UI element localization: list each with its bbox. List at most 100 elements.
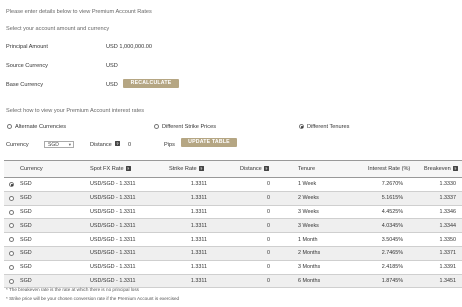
row-tenure: 3 Weeks (298, 208, 319, 215)
header-breakeven: Breakeven? (424, 166, 458, 172)
header-tenure: Tenure (298, 166, 316, 172)
row-interest-rate: 7.2670% (381, 181, 403, 188)
base-currency-value: USD (106, 82, 118, 88)
rates-table: Currency Spot FX Rate? Strike Rate? Dist… (4, 160, 462, 289)
currency-select-value: SGD (48, 142, 59, 148)
header-distance: Distance? (240, 166, 269, 172)
row-select-radio[interactable] (9, 209, 14, 215)
row-breakeven: 1.3371 (439, 250, 457, 257)
row-interest-rate: 4.4525% (381, 208, 403, 215)
row-distance: 0 (267, 236, 270, 243)
row-spot-fx-rate: USD/SGD - 1.3311 (90, 277, 136, 284)
row-breakeven: 1.3337 (439, 195, 457, 202)
row-strike-rate: 1.3311 (190, 195, 207, 202)
table-row[interactable]: SGD USD/SGD - 1.3311 1.3311 0 2 Weeks 5.1615%… (4, 191, 462, 206)
row-select-radio[interactable] (9, 182, 14, 187)
source-currency-label: Source Currency (6, 63, 48, 69)
header-spot-fx-rate: Spot FX Rate? (90, 166, 131, 172)
row-spot-fx-rate: USD/SGD - 1.3311 (90, 236, 136, 243)
row-currency: SGD (20, 264, 32, 271)
row-distance: 0 (267, 195, 270, 202)
row-breakeven: 1.3350 (439, 236, 457, 243)
radio-different-strike-prices[interactable] (154, 124, 159, 129)
distance-label: Distance (90, 142, 112, 148)
row-strike-rate: 1.3311 (190, 208, 207, 215)
row-breakeven: 1.3330 (439, 181, 457, 188)
row-strike-rate: 1.3311 (190, 222, 207, 229)
row-distance: 0 (267, 208, 270, 215)
principal-value: USD 1,000,000.00 (106, 44, 153, 50)
row-tenure: 3 Months (298, 264, 321, 271)
row-distance: 0 (267, 264, 270, 271)
header-currency: Currency (20, 166, 43, 172)
row-strike-rate: 1.3311 (190, 181, 207, 188)
currency-label: Currency (6, 142, 29, 148)
table-row[interactable]: SGD USD/SGD - 1.3311 1.3311 0 3 Weeks 4.4525%… (4, 206, 462, 220)
row-select-radio[interactable] (9, 264, 14, 270)
different-strike-prices-label: Different Strike Prices (162, 124, 216, 130)
row-currency: SGD (20, 250, 32, 257)
table-header: Currency Spot FX Rate? Strike Rate? Dist… (4, 160, 462, 178)
row-spot-fx-rate: USD/SGD - 1.3311 (90, 208, 136, 215)
row-interest-rate: 1.8745% (381, 277, 403, 284)
pips-label: Pips (164, 142, 175, 148)
help-icon[interactable]: ? (125, 166, 131, 172)
row-strike-rate: 1.3311 (190, 264, 207, 271)
row-strike-rate: 1.3311 (190, 277, 207, 284)
footnote-breakeven: * The breakeven rate is the rate at whic… (6, 287, 139, 292)
row-interest-rate: 3.5045% (381, 236, 403, 243)
row-breakeven: 1.3391 (439, 264, 457, 271)
section-subheading: Select your account amount and currency (6, 26, 110, 32)
table-row[interactable]: SGD USD/SGD - 1.3311 1.3311 0 3 Months 2.4185… (4, 261, 462, 275)
row-currency: SGD (20, 208, 32, 215)
footnote-strike: * Strike price will be your chosen conve… (6, 296, 180, 301)
row-distance: 0 (267, 250, 270, 257)
row-tenure: 1 Week (298, 181, 317, 188)
row-select-radio[interactable] (9, 237, 14, 243)
radio-alternate-currencies[interactable] (7, 124, 12, 129)
distance-input[interactable]: 0 (128, 142, 131, 148)
row-interest-rate: 5.1615% (381, 195, 403, 202)
row-spot-fx-rate: USD/SGD - 1.3311 (90, 250, 136, 257)
header-strike-rate: Strike Rate? (169, 166, 204, 172)
row-interest-rate: 4.0345% (381, 222, 403, 229)
row-distance: 0 (267, 277, 270, 284)
table-row[interactable]: SGD USD/SGD - 1.3311 1.3311 0 3 Weeks 4.0345%… (4, 219, 462, 234)
chevron-down-icon: ▾ (68, 142, 71, 147)
row-select-radio[interactable] (9, 195, 14, 201)
base-currency-label: Base Currency (6, 82, 43, 88)
different-tenures-label: Different Tenures (307, 124, 350, 130)
update-table-button[interactable]: UPDATE TABLE (181, 138, 237, 147)
row-breakeven: 1.3451 (439, 277, 457, 284)
header-interest-rate: Interest Rate (%) (368, 166, 411, 172)
help-icon[interactable]: ? (198, 166, 204, 172)
row-spot-fx-rate: USD/SGD - 1.3311 (90, 264, 136, 271)
view-heading: Select how to view your Premium Account … (6, 108, 145, 114)
help-icon[interactable]: ? (452, 166, 458, 172)
recalculate-button[interactable]: RECALCULATE (123, 79, 179, 88)
principal-label: Principal Amount (6, 44, 48, 50)
radio-different-tenures[interactable] (299, 124, 304, 129)
row-spot-fx-rate: USD/SGD - 1.3311 (90, 181, 136, 188)
row-strike-rate: 1.3311 (190, 236, 207, 243)
currency-select[interactable]: SGD ▾ (44, 141, 74, 148)
table-row[interactable]: SGD USD/SGD - 1.3311 1.3311 0 2 Months 2.7465… (4, 246, 462, 261)
row-tenure: 2 Months (298, 250, 321, 257)
row-currency: SGD (20, 277, 32, 284)
table-row[interactable]: SGD USD/SGD - 1.3311 1.3311 0 1 Week 7.2670% 1… (4, 178, 462, 192)
row-currency: SGD (20, 222, 32, 229)
help-icon[interactable]: ? (263, 166, 269, 172)
row-strike-rate: 1.3311 (190, 250, 207, 257)
table-row[interactable]: SGD USD/SGD - 1.3311 1.3311 0 1 Month 3.5045%… (4, 233, 462, 247)
row-select-radio[interactable] (9, 250, 14, 256)
row-distance: 0 (267, 181, 270, 188)
row-currency: SGD (20, 195, 32, 202)
row-select-radio[interactable] (9, 223, 14, 229)
row-breakeven: 1.3346 (439, 208, 457, 215)
help-icon[interactable]: ? (115, 141, 120, 146)
row-currency: SGD (20, 236, 32, 243)
row-breakeven: 1.3344 (439, 222, 457, 229)
row-select-radio[interactable] (9, 278, 14, 284)
row-distance: 0 (267, 222, 270, 229)
alternate-currencies-label: Alternate Currencies (15, 124, 66, 130)
